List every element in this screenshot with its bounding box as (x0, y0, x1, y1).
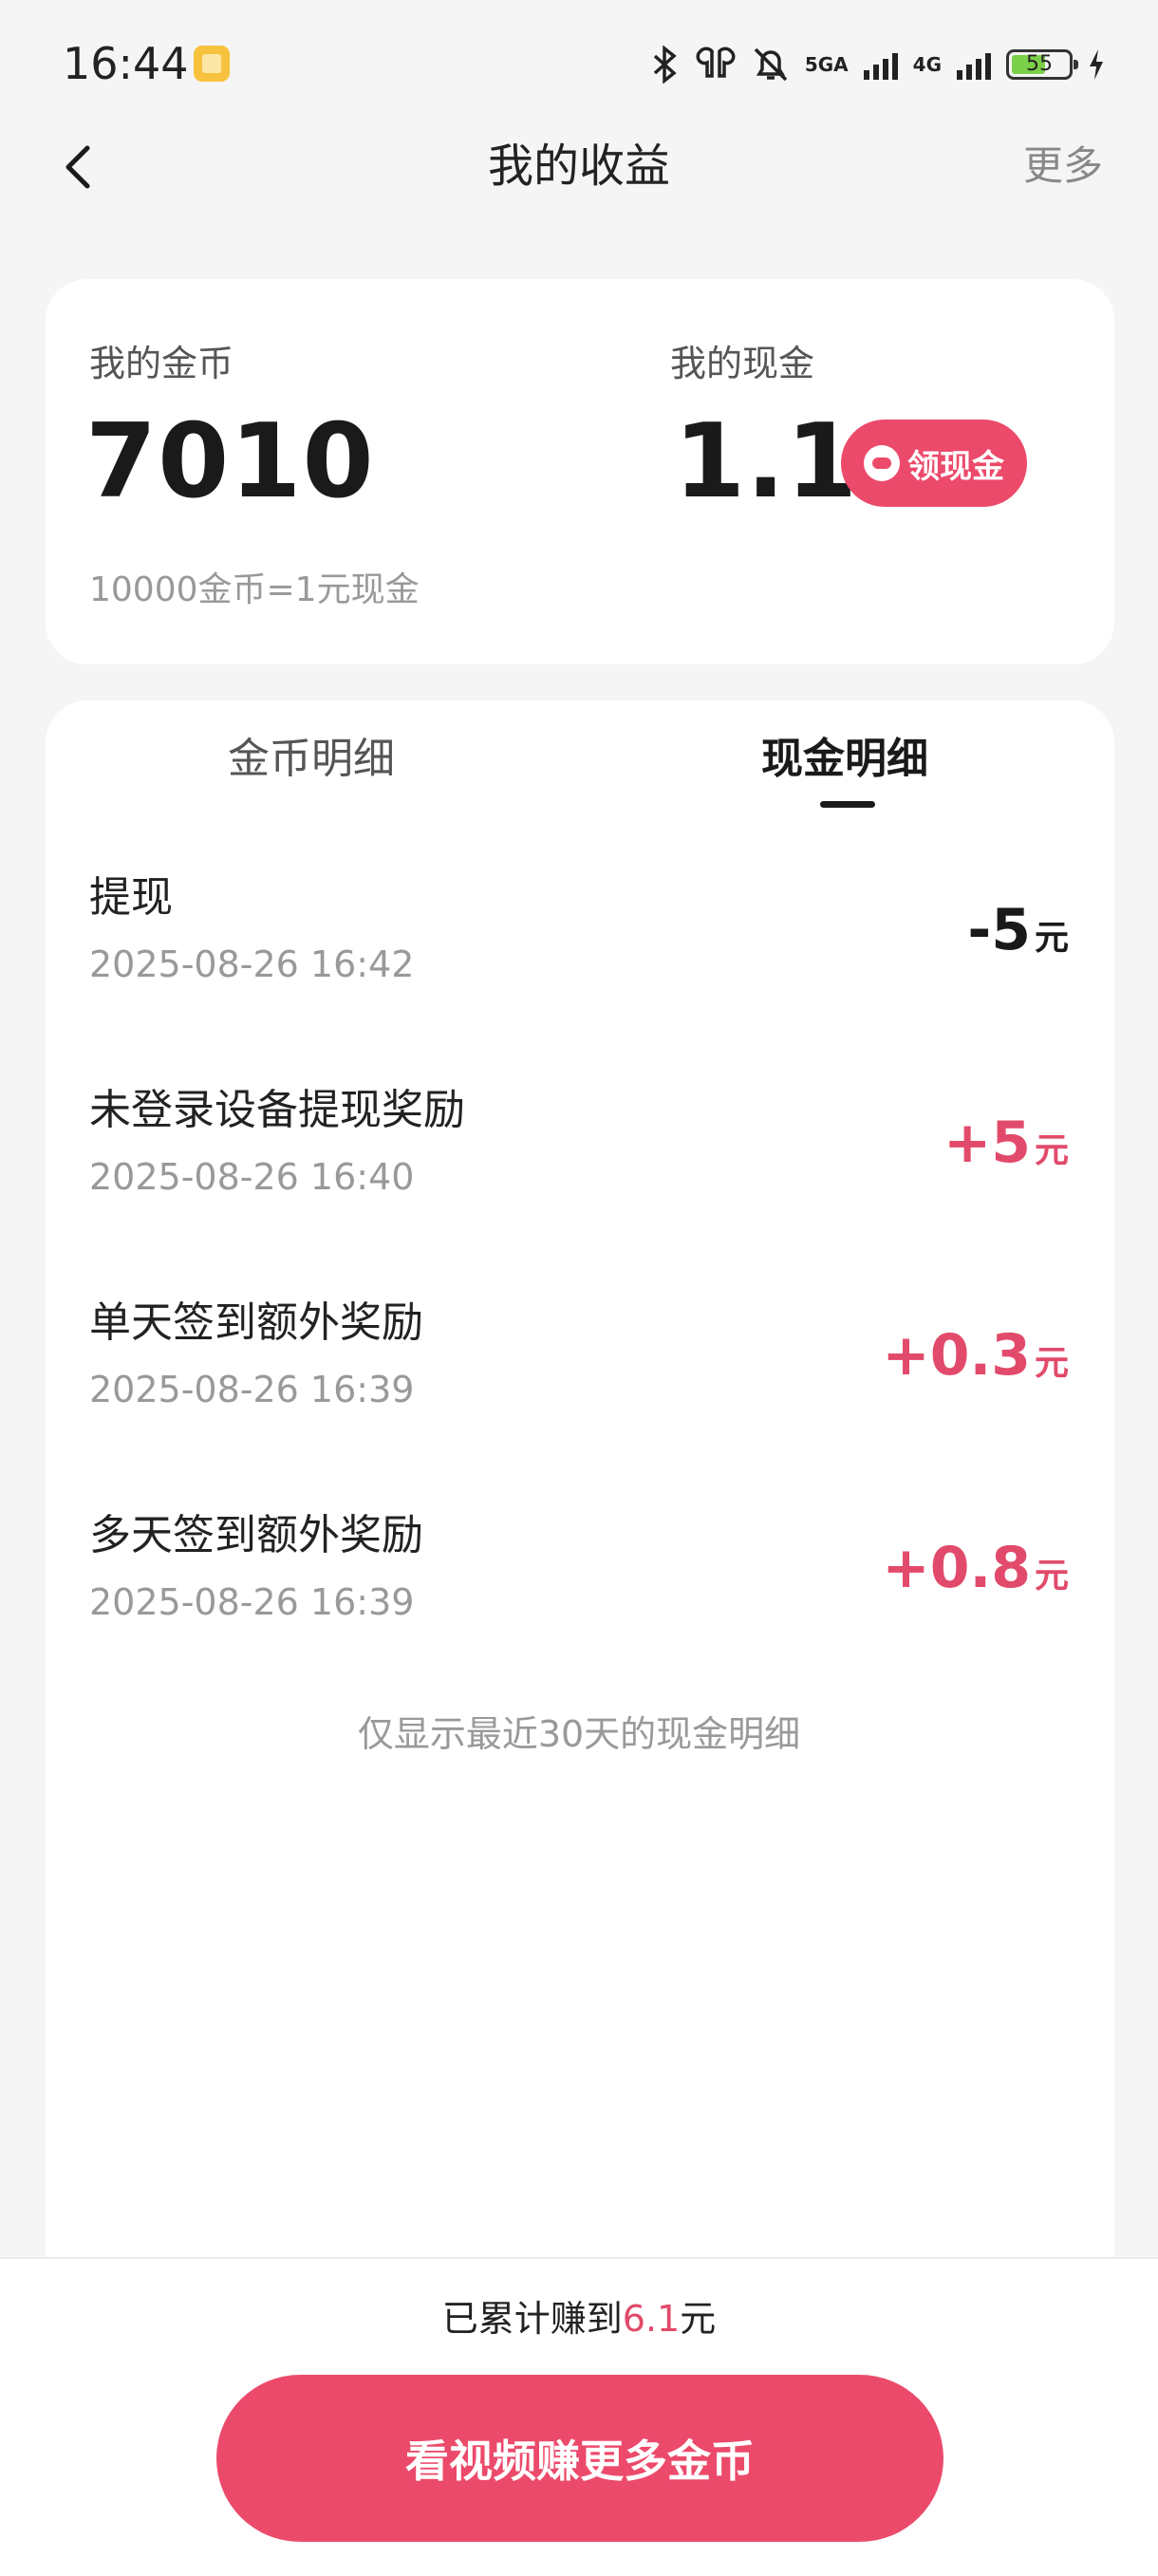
coins-label: 我的金币 (89, 343, 234, 384)
active-tab-indicator (820, 801, 875, 808)
total-earned-text: 已累计赚到6.1元 (0, 2295, 1158, 2343)
transaction-date: 2025-08-26 16:39 (89, 1369, 415, 1410)
claim-cash-label: 领现金 (907, 447, 1004, 486)
transaction-title: 多天签到额外奖励 (89, 1511, 423, 1559)
amount-value: +0.3 (882, 1322, 1031, 1389)
notification-app-icon (194, 46, 230, 82)
watch-video-button[interactable]: 看视频赚更多金币 (216, 2375, 943, 2542)
coins-value: 7010 (85, 402, 375, 521)
amount-unit: 元 (1034, 919, 1069, 958)
amount-value: +0.8 (882, 1535, 1031, 1601)
status-icons: 5GA 4G 55 (651, 38, 1105, 91)
transaction-amount: +0.3 元 (882, 1321, 1069, 1398)
history-note: 仅显示最近30天的现金明细 (357, 1713, 801, 1755)
transaction-title: 未登录设备提现奖励 (89, 1086, 465, 1134)
amount-value: +5 (943, 1110, 1031, 1176)
claim-cash-button[interactable]: 领现金 (841, 420, 1027, 507)
amount-unit: 元 (1034, 1131, 1069, 1170)
transaction-amount: +0.8 元 (882, 1534, 1069, 1611)
mute-bell-icon (754, 47, 788, 82)
transaction-amount: -5 元 (967, 896, 1069, 973)
amount-value: -5 (967, 897, 1031, 963)
transaction-date: 2025-08-26 16:42 (89, 943, 415, 985)
earned-value: 6.1 (622, 2298, 681, 2340)
exchange-rate-text: 10000金币=1元现金 (89, 570, 420, 609)
charging-icon (1090, 49, 1103, 80)
transaction-title: 单天签到额外奖励 (89, 1298, 423, 1347)
wechat-icon (864, 445, 900, 481)
signal-bars-2-icon (957, 49, 991, 80)
signal-bars-1-icon (863, 49, 898, 80)
cash-value: 1.1 (674, 402, 859, 521)
earned-prefix: 已累计赚到 (441, 2298, 623, 2340)
transaction-date: 2025-08-26 16:40 (89, 1156, 415, 1198)
tab-coin-detail[interactable]: 金币明细 (207, 731, 416, 788)
cash-label: 我的现金 (670, 343, 815, 384)
battery-icon: 55 (1006, 49, 1078, 80)
more-button[interactable]: 更多 (1023, 140, 1103, 192)
transaction-date: 2025-08-26 16:39 (89, 1581, 415, 1623)
tab-cash-detail[interactable]: 现金明细 (740, 731, 949, 788)
earbuds-icon (696, 47, 736, 78)
transaction-title: 提现 (89, 873, 173, 922)
amount-unit: 元 (1034, 1557, 1069, 1596)
page-title: 我的收益 (487, 140, 670, 193)
earned-suffix: 元 (680, 2298, 717, 2340)
network-4g-label: 4G (912, 53, 942, 76)
network-5ga-label: 5GA (804, 53, 849, 76)
transaction-amount: +5 元 (943, 1109, 1069, 1185)
battery-level: 55 (1026, 52, 1053, 76)
bluetooth-icon (653, 46, 677, 84)
amount-unit: 元 (1034, 1344, 1069, 1383)
status-time: 16:44 (63, 38, 189, 89)
